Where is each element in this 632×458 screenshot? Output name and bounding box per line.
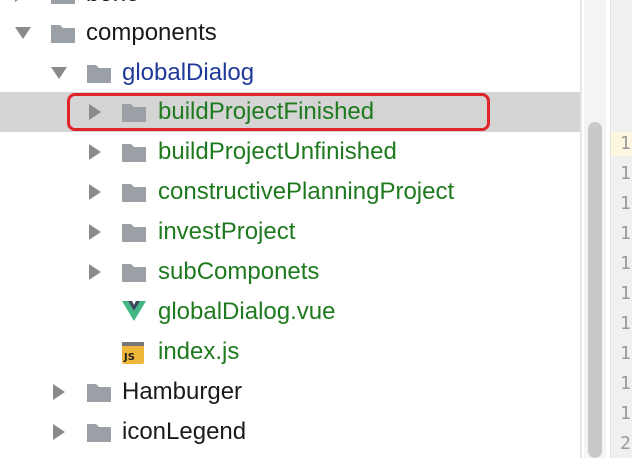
expand-arrow-icon[interactable] <box>86 143 104 161</box>
tree-item-subComponets[interactable]: subComponets <box>0 252 580 292</box>
tree-item-label: globalDialog.vue <box>158 298 336 325</box>
tree-item-Hamburger[interactable]: Hamburger <box>0 372 580 412</box>
line-number: 1 <box>620 253 631 274</box>
line-number: 2 <box>620 433 631 454</box>
line-number: 1 <box>620 283 631 304</box>
folder-icon <box>87 65 111 83</box>
collapse-arrow-icon[interactable] <box>14 24 32 42</box>
tree-item-index-js[interactable]: JS index.js <box>0 332 580 372</box>
scrollbar-thumb[interactable] <box>588 122 602 458</box>
folder-icon <box>51 0 75 4</box>
tree-item-constructivePlanningProject[interactable]: constructivePlanningProject <box>0 172 580 212</box>
line-number: 1 <box>620 163 631 184</box>
expand-arrow-icon[interactable] <box>50 383 68 401</box>
expand-arrow-icon[interactable] <box>50 423 68 441</box>
folder-icon <box>87 424 111 442</box>
vue-file-icon <box>122 301 146 321</box>
tree-item-bone[interactable]: bone <box>0 0 580 14</box>
tree-item-label: constructivePlanningProject <box>158 178 455 205</box>
tree-item-iconLegend[interactable]: iconLegend <box>0 412 580 452</box>
collapse-arrow-icon[interactable] <box>50 64 68 82</box>
folder-icon <box>87 384 111 402</box>
line-number: 1 <box>620 223 631 244</box>
folder-icon <box>122 184 146 202</box>
folder-icon <box>51 25 75 43</box>
tree-item-buildProjectUnfinished[interactable]: buildProjectUnfinished <box>0 132 580 172</box>
expand-arrow-icon[interactable] <box>12 0 30 3</box>
panel-divider[interactable] <box>580 0 582 458</box>
tree-item-globalDialog[interactable]: globalDialog <box>0 53 580 93</box>
line-number: 1 <box>620 313 631 334</box>
line-number: 1 <box>620 343 631 364</box>
highlight-annotation-box <box>67 93 490 131</box>
tree-item-label: components <box>86 19 217 46</box>
tree-item-components[interactable]: components <box>0 13 580 53</box>
expand-arrow-icon[interactable] <box>86 183 104 201</box>
tree-item-investProject[interactable]: investProject <box>0 212 580 252</box>
tree-item-label: iconLegend <box>122 418 247 445</box>
tree-item-label: Hamburger <box>122 378 243 405</box>
line-number: 1 <box>620 133 631 154</box>
line-number: 1 <box>620 373 631 394</box>
folder-icon <box>122 264 146 282</box>
tree-item-label: subComponets <box>158 258 320 285</box>
tree-item-label: investProject <box>158 218 296 245</box>
tree-item-label: bone <box>86 0 139 14</box>
line-number: 1 <box>620 193 631 214</box>
line-number: 1 <box>620 403 631 424</box>
project-tree: bone components globalDialog buildProjec… <box>0 0 580 458</box>
tree-item-label: globalDialog <box>122 59 255 86</box>
folder-icon <box>122 224 146 242</box>
js-file-icon: JS <box>122 342 144 364</box>
tree-item-label: index.js <box>158 338 240 365</box>
tree-item-globalDialog-vue[interactable]: globalDialog.vue <box>0 292 580 332</box>
folder-icon <box>122 144 146 162</box>
expand-arrow-icon[interactable] <box>86 223 104 241</box>
tree-item-label: buildProjectUnfinished <box>158 138 397 165</box>
expand-arrow-icon[interactable] <box>86 263 104 281</box>
